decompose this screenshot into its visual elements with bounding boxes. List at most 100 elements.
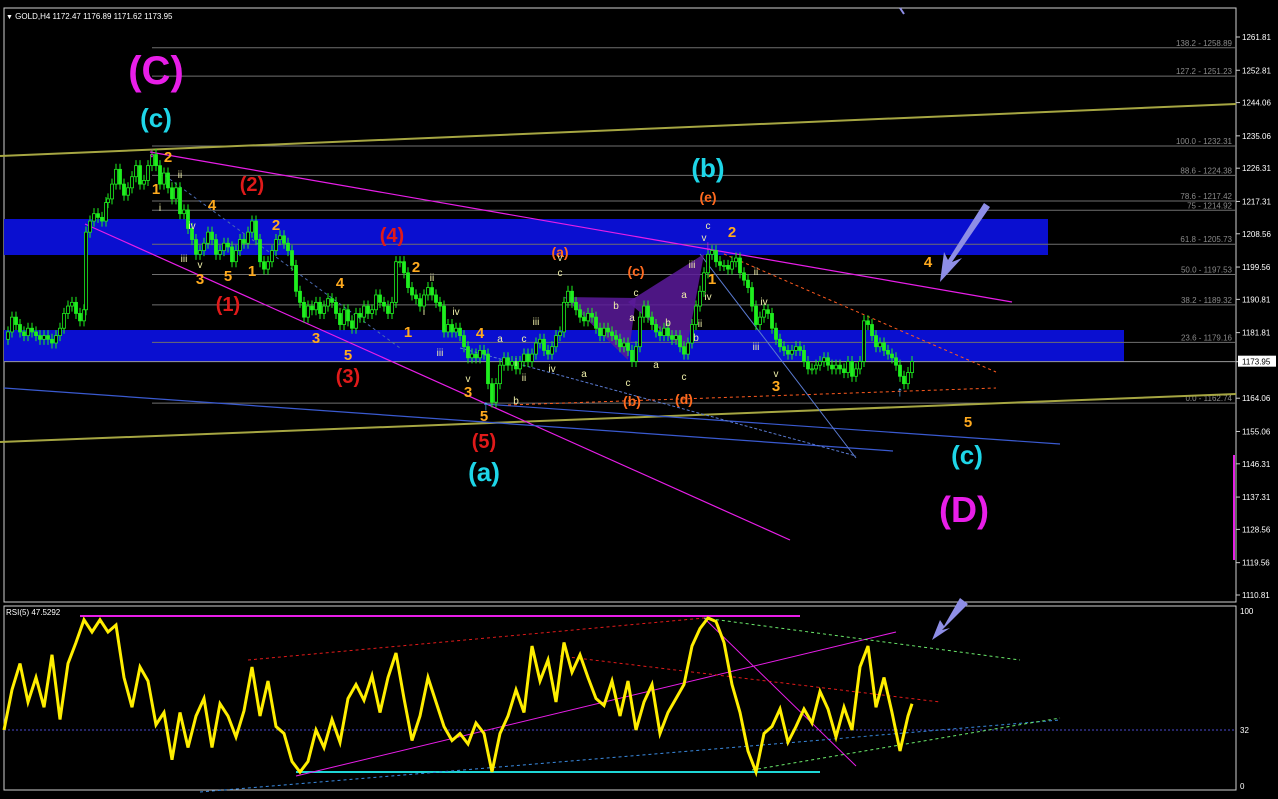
wave-label: 5: [224, 268, 232, 285]
candle-body: [542, 338, 546, 351]
candle-body: [518, 361, 522, 370]
candle-body: [382, 301, 386, 307]
candle-body: [878, 342, 882, 348]
wave-label: 3: [196, 271, 204, 288]
candle-body: [814, 364, 818, 370]
candle-body: [254, 220, 258, 240]
candle-body: [654, 324, 658, 333]
fib-level-label: 138.2 - 1258.89: [1176, 39, 1233, 48]
candle-body: [82, 309, 86, 322]
top-marker-arrow-icon: ↓: [149, 144, 156, 160]
candle-body: [430, 287, 434, 296]
candle-body: [578, 309, 582, 318]
candle-body: [530, 353, 534, 362]
candle-body: [346, 309, 350, 322]
candle-body: [162, 172, 166, 185]
candle-body: [398, 261, 402, 264]
price-axis-label: 1208.56: [1242, 230, 1271, 239]
candle-body: [714, 250, 718, 263]
price-axis-label: 1119.56: [1242, 559, 1270, 568]
candle-body: [638, 316, 642, 348]
candle-body: [726, 265, 730, 270]
candle-body: [354, 313, 358, 329]
wave-label: 4: [208, 197, 217, 214]
wave-label: (a): [468, 457, 500, 487]
candle-body: [350, 320, 354, 329]
price-axis-label: 1244.06: [1242, 99, 1271, 108]
candle-body: [34, 331, 38, 337]
candle-body: [634, 346, 638, 362]
rsi-axis-label: 32: [1240, 726, 1249, 735]
candle-body: [614, 335, 618, 340]
candle-body: [358, 313, 362, 318]
candle-body: [742, 272, 746, 281]
price-axis-label: 1235.06: [1242, 132, 1271, 141]
wave-label: (c): [951, 440, 983, 470]
candle-body: [730, 261, 734, 270]
candle-body: [290, 250, 294, 266]
candle-body: [10, 316, 14, 333]
candle-body: [586, 313, 590, 322]
candle-body: [418, 298, 422, 307]
collapse-triangle-icon[interactable]: ▼: [6, 14, 13, 21]
candle-body: [622, 342, 626, 348]
candle-body: [770, 313, 774, 329]
candle-body: [722, 265, 726, 267]
candle-body: [686, 342, 690, 355]
candle-body: [170, 187, 174, 200]
price-axis-label: 1128.56: [1242, 525, 1271, 534]
candle-body: [250, 220, 254, 233]
candle-body: [450, 324, 454, 333]
candle-body: [630, 350, 634, 362]
candle-body: [50, 338, 54, 344]
candle-body: [198, 250, 202, 255]
wave-label: 4: [336, 275, 345, 292]
candle-body: [874, 335, 878, 348]
subwave-label: iii: [533, 317, 540, 328]
candle-body: [626, 342, 630, 351]
wave-label: 5: [480, 408, 488, 425]
candle-body: [138, 165, 142, 185]
subwave-label: iv: [760, 297, 767, 308]
candle-body: [394, 261, 398, 303]
candle-body: [478, 350, 482, 359]
candle-body: [426, 287, 430, 296]
candle-body: [802, 350, 806, 362]
subwave-label: v: [558, 253, 563, 264]
candle-body: [678, 335, 682, 348]
candle-body: [234, 250, 238, 263]
wave-label: 1: [248, 263, 256, 280]
candle-body: [84, 231, 88, 311]
chart-window: 138.2 - 1258.89 127.2 - 1251.23 100.0 - 12…: [0, 0, 1278, 794]
subwave-label: c: [558, 268, 563, 279]
wave-label: 1: [404, 324, 412, 341]
candle-body: [146, 165, 150, 181]
subwave-label: iii: [437, 348, 444, 359]
subwave-label: a: [629, 313, 635, 324]
candle-body: [698, 290, 702, 307]
wave-label: (3): [336, 366, 360, 388]
candle-body: [718, 261, 722, 266]
candle-body: [470, 353, 474, 359]
fib-level-label: 75 - 1214.92: [1187, 201, 1232, 210]
candle-body: [270, 250, 274, 263]
candle-body: [674, 335, 678, 340]
price-chart[interactable]: 138.2 - 1258.89 127.2 - 1251.23 100.0 - 12…: [0, 0, 1278, 794]
symbol-title: ▼ GOLD,H4 1172.47 1176.89 1171.62 1173.9…: [6, 12, 172, 21]
candle-body: [302, 301, 306, 318]
subwave-label: v: [702, 233, 707, 244]
price-axis-label: 1261.81: [1242, 33, 1271, 42]
wave-label: 2: [164, 149, 172, 166]
candle-body: [310, 305, 314, 311]
wave-label: (c): [627, 263, 644, 279]
fib-level-label: 127.2 - 1251.23: [1176, 67, 1233, 76]
candle-body: [790, 350, 794, 355]
candle-body: [662, 327, 666, 337]
candle-body: [526, 353, 530, 362]
candle-body: [646, 305, 650, 318]
wave-label: 5: [964, 414, 972, 431]
wave-label: (d): [675, 391, 693, 407]
candle-body: [474, 353, 478, 359]
candle-body: [794, 346, 798, 351]
candle-body: [262, 261, 266, 270]
